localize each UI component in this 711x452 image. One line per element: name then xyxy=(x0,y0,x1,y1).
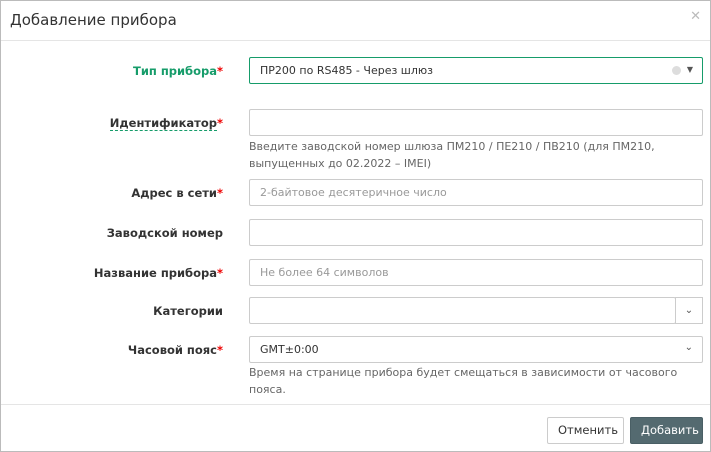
chevron-down-icon: ⌄ xyxy=(684,342,693,353)
timezone-label: Часовой пояс* xyxy=(127,343,223,357)
serial-input[interactable] xyxy=(249,219,703,246)
categories-label: Категории xyxy=(153,304,223,318)
serial-label: Заводской номер xyxy=(106,226,223,240)
identifier-help: Введите заводской номер шлюза ПМ210 / ПЕ… xyxy=(249,140,655,170)
dialog-title: Добавление прибора xyxy=(10,11,177,29)
address-label: Адрес в сети* xyxy=(131,186,223,200)
caret-down-icon: ▼ xyxy=(686,65,693,74)
device-name-input[interactable]: Не более 64 символов xyxy=(249,259,703,286)
identifier-input[interactable] xyxy=(249,109,703,136)
categories-dropdown-button[interactable]: ⌄ xyxy=(675,297,703,324)
dialog-header: Добавление прибора ✕ xyxy=(1,1,710,41)
address-input[interactable]: 2-байтовое десятеричное число xyxy=(249,179,703,206)
add-button[interactable]: Добавить xyxy=(630,417,703,444)
categories-input[interactable] xyxy=(249,297,676,324)
cancel-button[interactable]: Отменить xyxy=(547,417,624,444)
identifier-label: Идентификатор* xyxy=(109,116,223,131)
chevron-down-icon: ⌄ xyxy=(684,305,694,316)
device-name-label: Название прибора* xyxy=(93,266,223,280)
clear-icon[interactable] xyxy=(672,66,681,75)
timezone-help: Время на странице прибора будет смещатьс… xyxy=(249,366,678,396)
close-icon[interactable]: ✕ xyxy=(690,9,701,24)
device-type-label: Тип прибора* xyxy=(132,64,223,78)
device-type-select[interactable]: ПР200 по RS485 - Через шлюз ▼ xyxy=(249,57,703,84)
timezone-value: GMT±0:00 xyxy=(260,343,319,356)
timezone-select[interactable]: GMT±0:00 ⌄ xyxy=(249,336,703,363)
device-type-value: ПР200 по RS485 - Через шлюз xyxy=(260,64,434,77)
dialog-footer-divider xyxy=(1,404,710,405)
